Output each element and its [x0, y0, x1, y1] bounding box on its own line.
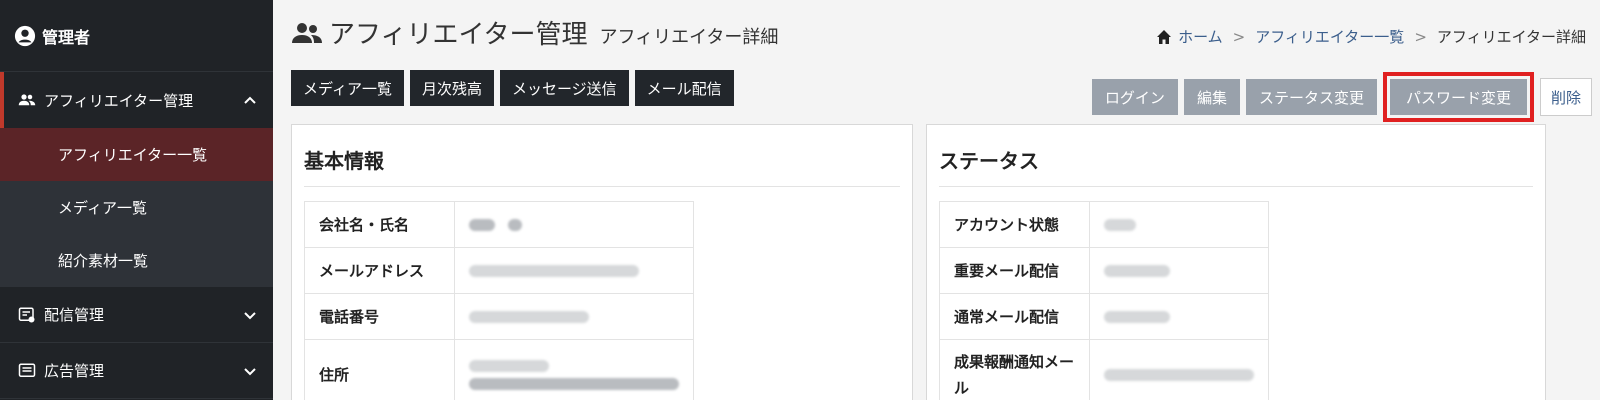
- password-change-highlight: パスワード変更: [1382, 72, 1534, 122]
- sidebar-group-affiliate[interactable]: アフィリエイター管理: [0, 72, 273, 128]
- breadcrumb-home[interactable]: ホーム: [1178, 26, 1223, 47]
- users-icon: [292, 22, 322, 43]
- page-title: アフィリエイター管理 アフィリエイター詳細: [291, 14, 778, 51]
- basic-info-table: 会社名・氏名 メールアドレス 電話番号 住所: [304, 201, 694, 400]
- field-label: 通常メール配信: [939, 293, 1090, 340]
- field-value-redacted: [1089, 247, 1269, 294]
- send-message-button[interactable]: メッセージ送信: [499, 70, 629, 106]
- home-icon: [1157, 29, 1172, 44]
- mail-settings-icon: [18, 307, 35, 322]
- table-row: 通常メール配信: [939, 293, 1269, 340]
- field-label: 重要メール配信: [939, 247, 1090, 294]
- status-title: ステータス: [939, 125, 1533, 187]
- status-change-button[interactable]: ステータス変更: [1245, 79, 1377, 115]
- status-card: ステータス アカウント状態 重要メール配信 通常メール配信 成果報酬通知メール: [926, 124, 1546, 400]
- sidebar-group-label: 広告管理: [44, 362, 105, 380]
- breadcrumb-affiliate-list[interactable]: アフィリエイター一覧: [1255, 26, 1404, 47]
- table-row: 成果報酬通知メール: [939, 339, 1269, 400]
- edit-button[interactable]: 編集: [1183, 79, 1240, 115]
- field-label: 住所: [304, 339, 455, 400]
- list-icon: [18, 363, 36, 377]
- page-subtitle: アフィリエイター詳細: [599, 26, 779, 48]
- sidebar-item-material-list[interactable]: 紹介素材一覧: [0, 234, 273, 287]
- primary-actions: メディア一覧 月次残高 メッセージ送信 メール配信: [291, 70, 734, 106]
- sidebar-item-affiliate-list[interactable]: アフィリエイター一覧: [0, 128, 273, 181]
- field-value-redacted: [454, 339, 694, 400]
- basic-info-title: 基本情報: [304, 125, 900, 187]
- page-title-text: アフィリエイター管理: [329, 20, 588, 50]
- field-value-redacted: [1089, 201, 1269, 248]
- table-row: 住所: [304, 339, 694, 400]
- field-label: 電話番号: [304, 293, 455, 340]
- table-row: 重要メール配信: [939, 247, 1269, 294]
- sidebar-submenu: アフィリエイター一覧 メディア一覧 紹介素材一覧: [0, 128, 273, 287]
- chevron-up-icon: [244, 96, 256, 104]
- sidebar-user-label: 管理者: [42, 27, 91, 47]
- login-button[interactable]: ログイン: [1091, 79, 1178, 115]
- sidebar-group-label: 配信管理: [44, 306, 105, 324]
- field-value-redacted: [454, 201, 694, 248]
- field-label: アカウント状態: [939, 201, 1090, 248]
- sidebar-user[interactable]: 管理者: [0, 0, 273, 72]
- breadcrumb-separator: >: [1414, 27, 1427, 46]
- password-change-button[interactable]: パスワード変更: [1389, 79, 1527, 115]
- sidebar-group-label: アフィリエイター管理: [44, 91, 194, 110]
- sidebar-group-delivery[interactable]: 配信管理: [0, 287, 273, 343]
- delete-button[interactable]: 削除: [1539, 78, 1592, 116]
- table-row: 会社名・氏名: [304, 201, 694, 248]
- chevron-down-icon: [244, 367, 256, 375]
- media-list-button[interactable]: メディア一覧: [291, 70, 404, 106]
- sidebar-item-media-list[interactable]: メディア一覧: [0, 181, 273, 234]
- mail-delivery-button[interactable]: メール配信: [634, 70, 734, 106]
- table-row: メールアドレス: [304, 247, 694, 294]
- basic-info-card: 基本情報 会社名・氏名 メールアドレス 電話番号 住所: [291, 124, 913, 400]
- table-row: アカウント状態: [939, 201, 1269, 248]
- table-row: 電話番号: [304, 293, 694, 340]
- main-content: アフィリエイター管理 アフィリエイター詳細 ホーム > アフィリエイター一覧 >…: [273, 0, 1600, 400]
- sidebar: 管理者 アフィリエイター管理 アフィリエイター一覧 メディア一覧 紹介素材一覧 …: [0, 0, 273, 400]
- status-table: アカウント状態 重要メール配信 通常メール配信 成果報酬通知メール: [939, 201, 1269, 400]
- users-icon: [18, 94, 36, 106]
- secondary-actions: ログイン 編集 ステータス変更 パスワード変更 削除: [1091, 72, 1592, 122]
- user-circle-icon: [14, 25, 36, 46]
- monthly-balance-button[interactable]: 月次残高: [409, 70, 494, 106]
- breadcrumb-current: アフィリエイター詳細: [1436, 28, 1586, 46]
- breadcrumb-separator: >: [1232, 27, 1246, 46]
- field-value-redacted: [1089, 339, 1269, 400]
- sidebar-group-ads[interactable]: 広告管理: [0, 343, 273, 399]
- field-label: 成果報酬通知メール: [939, 339, 1090, 400]
- chevron-down-icon: [244, 311, 256, 319]
- field-label: 会社名・氏名: [304, 201, 455, 248]
- field-label: メールアドレス: [304, 247, 455, 294]
- field-value-redacted: [454, 247, 694, 294]
- breadcrumb: ホーム > アフィリエイター一覧 > アフィリエイター詳細: [1156, 26, 1586, 47]
- field-value-redacted: [1089, 293, 1269, 340]
- field-value-redacted: [454, 293, 694, 340]
